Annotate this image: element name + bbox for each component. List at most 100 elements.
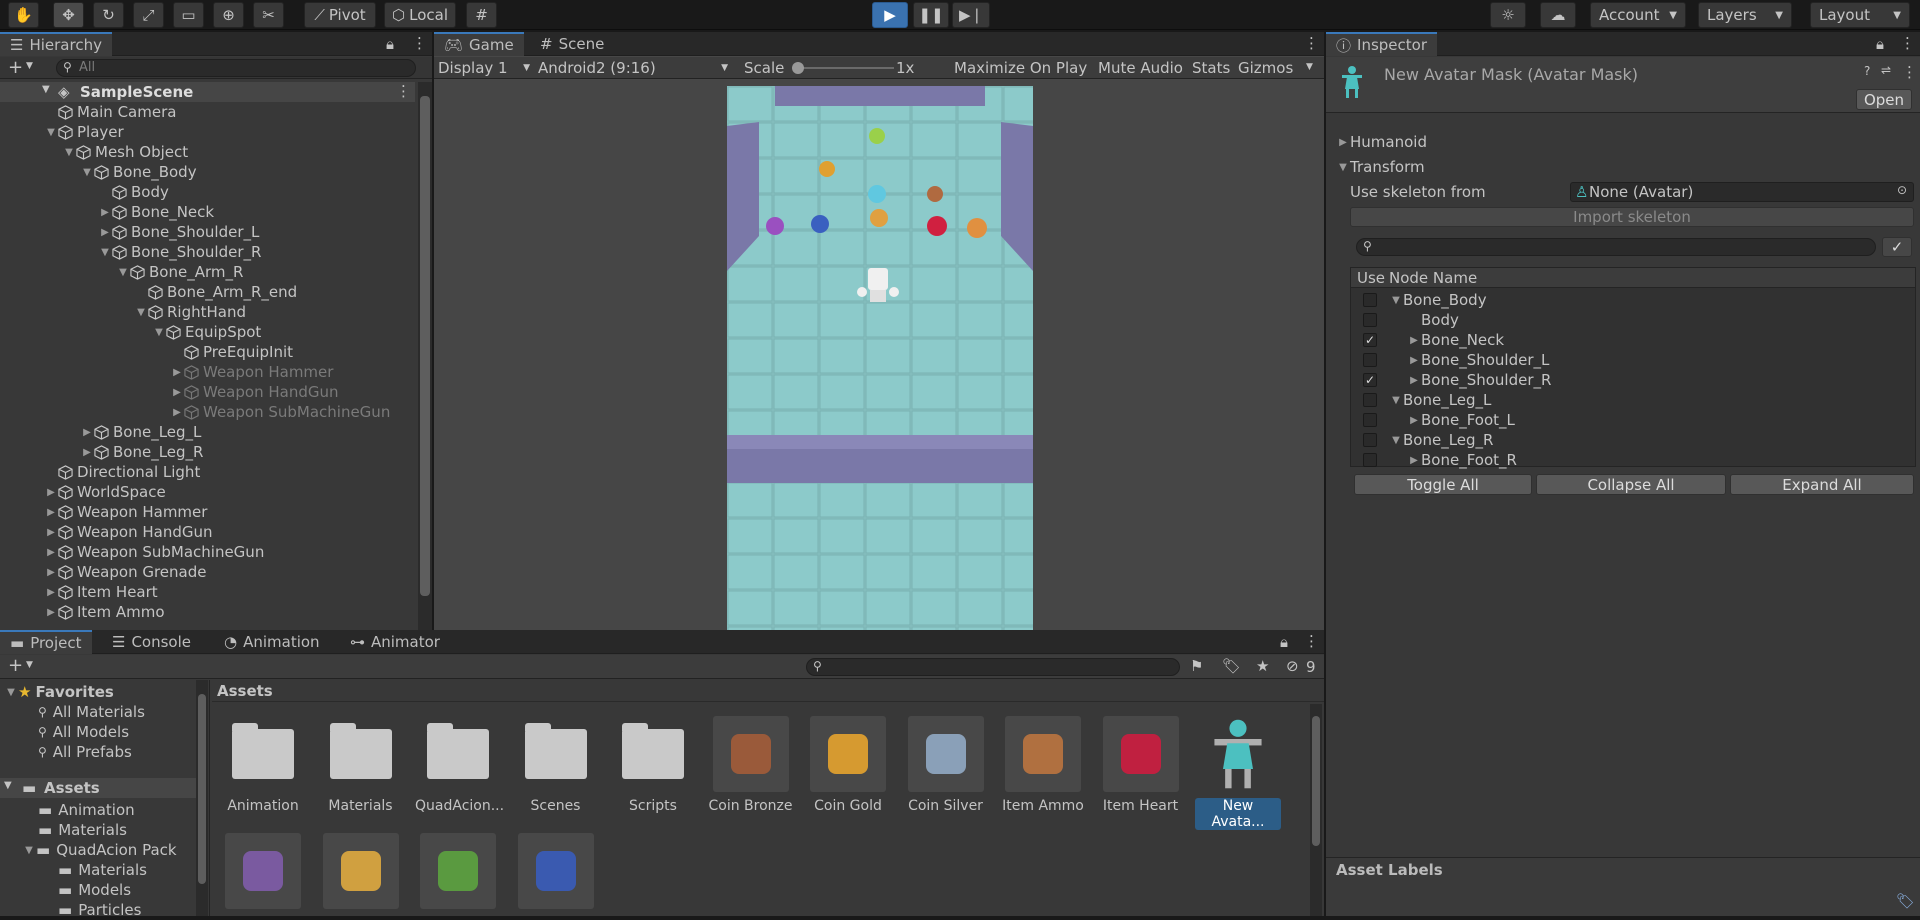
more-menu-icon[interactable]: ⋮ xyxy=(1304,632,1319,650)
asset-item[interactable]: Scripts xyxy=(610,716,696,814)
node-row[interactable]: ▼ Bone_Leg_R xyxy=(1351,430,1915,450)
hierarchy-item[interactable]: ▶ Bone_Leg_L xyxy=(80,422,201,442)
asset-item[interactable]: Coin Gold xyxy=(805,716,891,814)
use-checkbox[interactable] xyxy=(1363,453,1377,467)
lock-icon[interactable]: 🔒︎ xyxy=(1876,35,1884,53)
node-row[interactable]: ▶ Bone_Foot_L xyxy=(1351,410,1915,430)
favorite-item[interactable]: ⚲ All Prefabs xyxy=(38,742,132,762)
hierarchy-item[interactable]: ▼ Player xyxy=(44,122,124,142)
favorites-foldout[interactable]: ▼ ★ Favorites xyxy=(4,682,114,702)
hierarchy-item[interactable]: ▼ Mesh Object xyxy=(62,142,188,162)
layers-dropdown[interactable]: Layers ▼ xyxy=(1698,2,1792,28)
project-tree-item[interactable]: ▬ Models xyxy=(58,880,131,900)
mute-audio-toggle[interactable]: Mute Audio xyxy=(1098,59,1183,77)
object-picker-icon[interactable]: ⊙ xyxy=(1897,183,1907,197)
rotate-tool-icon[interactable]: ↻ xyxy=(93,2,124,28)
collapse-all-button[interactable]: Collapse All xyxy=(1536,474,1726,495)
tree-scrollbar[interactable] xyxy=(196,680,208,916)
more-menu-icon[interactable]: ⋮ xyxy=(1900,34,1915,52)
node-arrow-icon[interactable]: ▶ xyxy=(1407,355,1421,366)
use-checkbox[interactable] xyxy=(1363,353,1377,367)
custom-tool-icon[interactable]: ✂ xyxy=(253,2,284,28)
collapse-arrow-icon[interactable]: ▶ xyxy=(44,547,58,558)
project-tree-item[interactable]: ▬ Materials xyxy=(58,860,147,880)
tab-animation[interactable]: ◔ Animation xyxy=(214,630,330,654)
hierarchy-item[interactable]: Body xyxy=(98,182,169,202)
project-tree-item[interactable]: ▬ Animation xyxy=(38,800,135,820)
node-arrow-icon[interactable]: ▼ xyxy=(1389,435,1403,446)
filter-label-icon[interactable]: 🏷︎ xyxy=(1222,657,1241,675)
toggle-all-button[interactable]: Toggle All xyxy=(1354,474,1532,495)
account-dropdown[interactable]: Account ▼ xyxy=(1590,2,1686,28)
resolution-dropdown[interactable]: Android2 (9:16) ▼ xyxy=(538,58,732,78)
node-arrow-icon[interactable]: ▶ xyxy=(1407,455,1421,466)
node-search-input[interactable]: ⚲ xyxy=(1356,238,1876,256)
expand-all-button[interactable]: Expand All xyxy=(1730,474,1914,495)
hierarchy-item[interactable]: Directional Light xyxy=(44,462,200,482)
tab-hierarchy[interactable]: ☰ Hierarchy xyxy=(0,32,112,56)
collapse-arrow-icon[interactable]: ▶ xyxy=(44,587,58,598)
project-tree-item[interactable]: ▼ ▬ QuadAcion Pack xyxy=(22,840,176,860)
use-checkbox[interactable] xyxy=(1363,433,1377,447)
collapse-arrow-icon[interactable]: ▶ xyxy=(44,507,58,518)
pivot-button[interactable]: ⟋ Pivot xyxy=(304,2,376,28)
collapse-arrow-icon[interactable]: ▶ xyxy=(44,527,58,538)
import-skeleton-button[interactable]: Import skeleton xyxy=(1350,207,1914,227)
hierarchy-item[interactable]: ▼ Bone_Shoulder_R xyxy=(98,242,261,262)
expand-arrow-icon[interactable]: ▼ xyxy=(116,267,130,278)
gizmos-toggle[interactable]: Gizmos xyxy=(1238,59,1293,77)
chevron-down-icon[interactable]: ▼ xyxy=(26,660,33,670)
stats-toggle[interactable]: Stats xyxy=(1192,59,1230,77)
favorite-item[interactable]: ⚲ All Materials xyxy=(38,702,145,722)
expand-arrow-icon[interactable]: ▼ xyxy=(134,307,148,318)
game-render[interactable] xyxy=(727,86,1033,630)
tab-project[interactable]: ▬ Project xyxy=(0,630,92,654)
expand-arrow-icon[interactable]: ▼ xyxy=(44,127,58,138)
more-menu-icon[interactable]: ⋮ xyxy=(1304,34,1319,52)
hierarchy-item[interactable]: ▶ Weapon HandGun xyxy=(44,522,212,542)
hierarchy-scrollbar[interactable] xyxy=(418,82,432,630)
maximize-on-play-toggle[interactable]: Maximize On Play xyxy=(954,59,1087,77)
node-arrow-icon[interactable]: ▶ xyxy=(1407,415,1421,426)
node-row[interactable]: ▼ Bone_Leg_L xyxy=(1351,390,1915,410)
collapse-arrow-icon[interactable]: ▶ xyxy=(80,427,94,438)
pause-button[interactable]: ❚❚ xyxy=(913,2,949,28)
favorite-star-icon[interactable]: ★ xyxy=(1256,657,1269,675)
asset-item[interactable]: QuadAcion... xyxy=(415,716,504,814)
play-button[interactable]: ▶ xyxy=(872,2,908,28)
hierarchy-item[interactable]: ▼ RightHand xyxy=(134,302,246,322)
checkmark-icon[interactable]: ✓ xyxy=(1882,237,1912,257)
hierarchy-item[interactable]: PreEquipInit xyxy=(170,342,293,362)
node-row[interactable]: ✓ ▶ Bone_Neck xyxy=(1351,330,1915,350)
tab-game[interactable]: 🎮︎ Game xyxy=(434,32,524,56)
chevron-down-icon[interactable]: ▼ xyxy=(1306,62,1313,72)
asset-item[interactable]: Coin Silver xyxy=(903,716,989,814)
collapse-arrow-icon[interactable]: ▶ xyxy=(98,227,112,238)
favorite-item[interactable]: ⚲ All Models xyxy=(38,722,129,742)
asset-item[interactable] xyxy=(318,833,404,915)
use-checkbox[interactable] xyxy=(1363,313,1377,327)
hierarchy-item[interactable]: Main Camera xyxy=(44,102,176,122)
collapse-arrow-icon[interactable]: ▶ xyxy=(170,367,184,378)
hierarchy-item[interactable]: ▶ Item Heart xyxy=(44,582,158,602)
hierarchy-item[interactable]: ▶ Weapon Hammer xyxy=(44,502,207,522)
expand-arrow-icon[interactable]: ▼ xyxy=(22,845,36,856)
node-row[interactable]: Body xyxy=(1351,310,1915,330)
hierarchy-item[interactable]: ▶ WorldSpace xyxy=(44,482,166,502)
humanoid-foldout[interactable]: ▶ Humanoid xyxy=(1336,132,1427,152)
move-tool-icon[interactable]: ✥ xyxy=(53,2,84,28)
node-row[interactable]: ✓ ▶ Bone_Shoulder_R xyxy=(1351,370,1915,390)
asset-item[interactable]: Scenes xyxy=(513,716,599,814)
cloud-icon[interactable]: ☁ xyxy=(1540,2,1576,28)
hierarchy-item[interactable]: ▶ Bone_Shoulder_L xyxy=(98,222,259,242)
lock-icon[interactable]: 🔒︎ xyxy=(386,35,394,53)
asset-item[interactable]: Item Ammo xyxy=(1000,716,1086,814)
collapse-arrow-icon[interactable]: ▶ xyxy=(98,207,112,218)
more-menu-icon[interactable]: ⋮ xyxy=(1902,63,1917,81)
node-row[interactable]: ▼ Bone_Body xyxy=(1351,290,1915,310)
project-search-input[interactable]: ⚲ xyxy=(806,658,1180,676)
display-dropdown[interactable]: Display 1 ▼ xyxy=(438,58,534,78)
hierarchy-item[interactable]: ▼ Bone_Arm_R xyxy=(116,262,243,282)
asset-item[interactable]: New Avata... xyxy=(1195,716,1281,830)
asset-item[interactable] xyxy=(220,833,306,915)
